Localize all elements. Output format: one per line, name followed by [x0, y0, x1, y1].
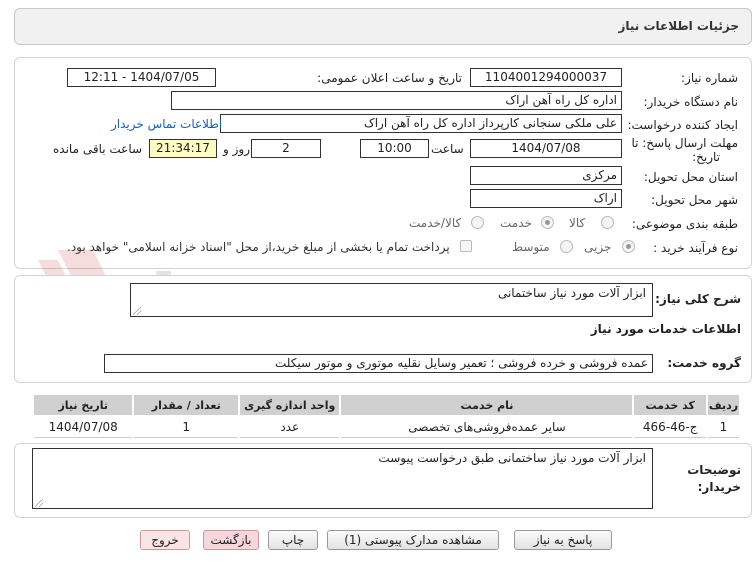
- category-label: طبقه بندی موضوعی:: [631, 217, 738, 231]
- days-label: روز و: [223, 142, 250, 156]
- col-qty: تعداد / مقدار: [134, 395, 239, 415]
- page-header: جزئیات اطلاعات نیاز: [14, 8, 752, 45]
- cell-code: ج-46-466: [634, 417, 706, 438]
- col-code: کد خدمت: [634, 395, 706, 415]
- category-both-label: کالا/خدمت: [409, 216, 462, 230]
- deadline-date-label: تاریخ:: [692, 150, 720, 164]
- col-name: نام خدمت: [341, 395, 633, 415]
- deadline-date-field: 1404/07/08: [470, 139, 622, 158]
- buyer-notes-field: ابزار آلات مورد نیاز ساختمانی طبق درخواس…: [32, 448, 653, 509]
- summary-text: ابزار آلات مورد نیاز ساختمانی: [497, 286, 646, 300]
- deadline-label: مهلت ارسال پاسخ: تا: [631, 136, 738, 150]
- table-header-row: ردیف کد خدمت نام خدمت واحد اندازه گیری ت…: [34, 395, 739, 415]
- col-unit: واحد اندازه گیری: [240, 395, 340, 415]
- resize-grip-icon[interactable]: [35, 499, 43, 507]
- buyer-notes-label-2: خریدار:: [697, 480, 741, 494]
- services-section-title: اطلاعات خدمات مورد نیاز: [590, 322, 741, 336]
- need-info-panel: [14, 57, 752, 269]
- summary-label: شرح کلی نیاز:: [655, 292, 741, 306]
- remaining-time-field: 21:34:17: [149, 139, 217, 158]
- buyer-org-label: نام دستگاه خریدار:: [643, 95, 739, 109]
- cell-row: 1: [707, 417, 739, 438]
- col-date: تاریخ نیاز: [34, 395, 133, 415]
- process-type-label: نوع فرآیند خرید :: [653, 241, 738, 255]
- city-field: اراک: [470, 189, 622, 208]
- process-minor-label: جزیی: [584, 240, 612, 254]
- process-medium-radio[interactable]: [560, 240, 573, 253]
- city-label: شهر محل تحویل:: [651, 193, 738, 207]
- category-both-radio[interactable]: [471, 216, 484, 229]
- buyer-notes-label-1: توضیحات: [687, 463, 741, 477]
- process-minor-radio[interactable]: [622, 240, 635, 253]
- need-number-label: شماره نیاز:: [681, 71, 738, 85]
- service-group-field: عمده فروشی و خرده فروشی ؛ تعمیر وسایل نق…: [104, 354, 653, 373]
- service-group-label: گروه خدمت:: [667, 356, 741, 370]
- creator-field: علی ملکی سنجانی کارپرداز اداره کل راه آه…: [220, 114, 622, 133]
- buyer-notes-text: ابزار آلات مورد نیاز ساختمانی طبق درخواس…: [378, 451, 646, 465]
- cell-unit: عدد: [240, 417, 340, 438]
- province-field: مرکزی: [470, 166, 622, 185]
- treasury-payment-checkbox[interactable]: [460, 240, 472, 252]
- services-table: ردیف کد خدمت نام خدمت واحد اندازه گیری ت…: [32, 393, 741, 440]
- days-remaining-field: 2: [251, 139, 321, 158]
- print-button[interactable]: چاپ: [268, 530, 318, 550]
- cell-date: 1404/07/08: [34, 417, 133, 438]
- exit-button[interactable]: خروج: [140, 530, 190, 550]
- summary-field: ابزار آلات مورد نیاز ساختمانی: [130, 283, 653, 317]
- page-title: جزئیات اطلاعات نیاز: [618, 19, 739, 33]
- cell-name: سایر عمده‌فروشی‌های تخصصی: [341, 417, 633, 438]
- category-goods-label: کالا: [569, 216, 586, 230]
- view-attachments-button[interactable]: مشاهده مدارک پیوستی (1): [327, 530, 499, 550]
- announce-date-label: تاریخ و ساعت اعلان عمومی:: [317, 71, 462, 85]
- col-row: ردیف: [707, 395, 739, 415]
- reply-button[interactable]: پاسخ به نیاز: [514, 530, 612, 550]
- deadline-time-label: ساعت: [431, 142, 464, 156]
- deadline-time-field: 10:00: [360, 139, 429, 158]
- need-number-field: 1104001294000037: [470, 68, 622, 87]
- category-service-label: خدمت: [500, 216, 532, 230]
- category-service-radio[interactable]: [541, 216, 554, 229]
- buyer-contact-link[interactable]: اطلاعات تماس خریدار: [111, 117, 222, 131]
- resize-grip-icon[interactable]: [133, 307, 141, 315]
- treasury-payment-note: پرداخت تمام یا بخشی از مبلغ خرید،از محل …: [67, 240, 450, 254]
- back-button[interactable]: بازگشت: [203, 530, 259, 550]
- creator-label: ایجاد کننده درخواست:: [627, 118, 738, 132]
- announce-date-field: 1404/07/05 - 12:11: [67, 68, 216, 87]
- remaining-time-label: ساعت باقی مانده: [53, 142, 143, 156]
- category-goods-radio[interactable]: [601, 216, 614, 229]
- buyer-org-field: اداره کل راه آهن اراک: [171, 91, 622, 110]
- province-label: استان محل تحویل:: [643, 170, 738, 184]
- table-row: 1 ج-46-466 سایر عمده‌فروشی‌های تخصصی عدد…: [34, 417, 739, 438]
- process-medium-label: متوسط: [512, 240, 550, 254]
- cell-qty: 1: [134, 417, 239, 438]
